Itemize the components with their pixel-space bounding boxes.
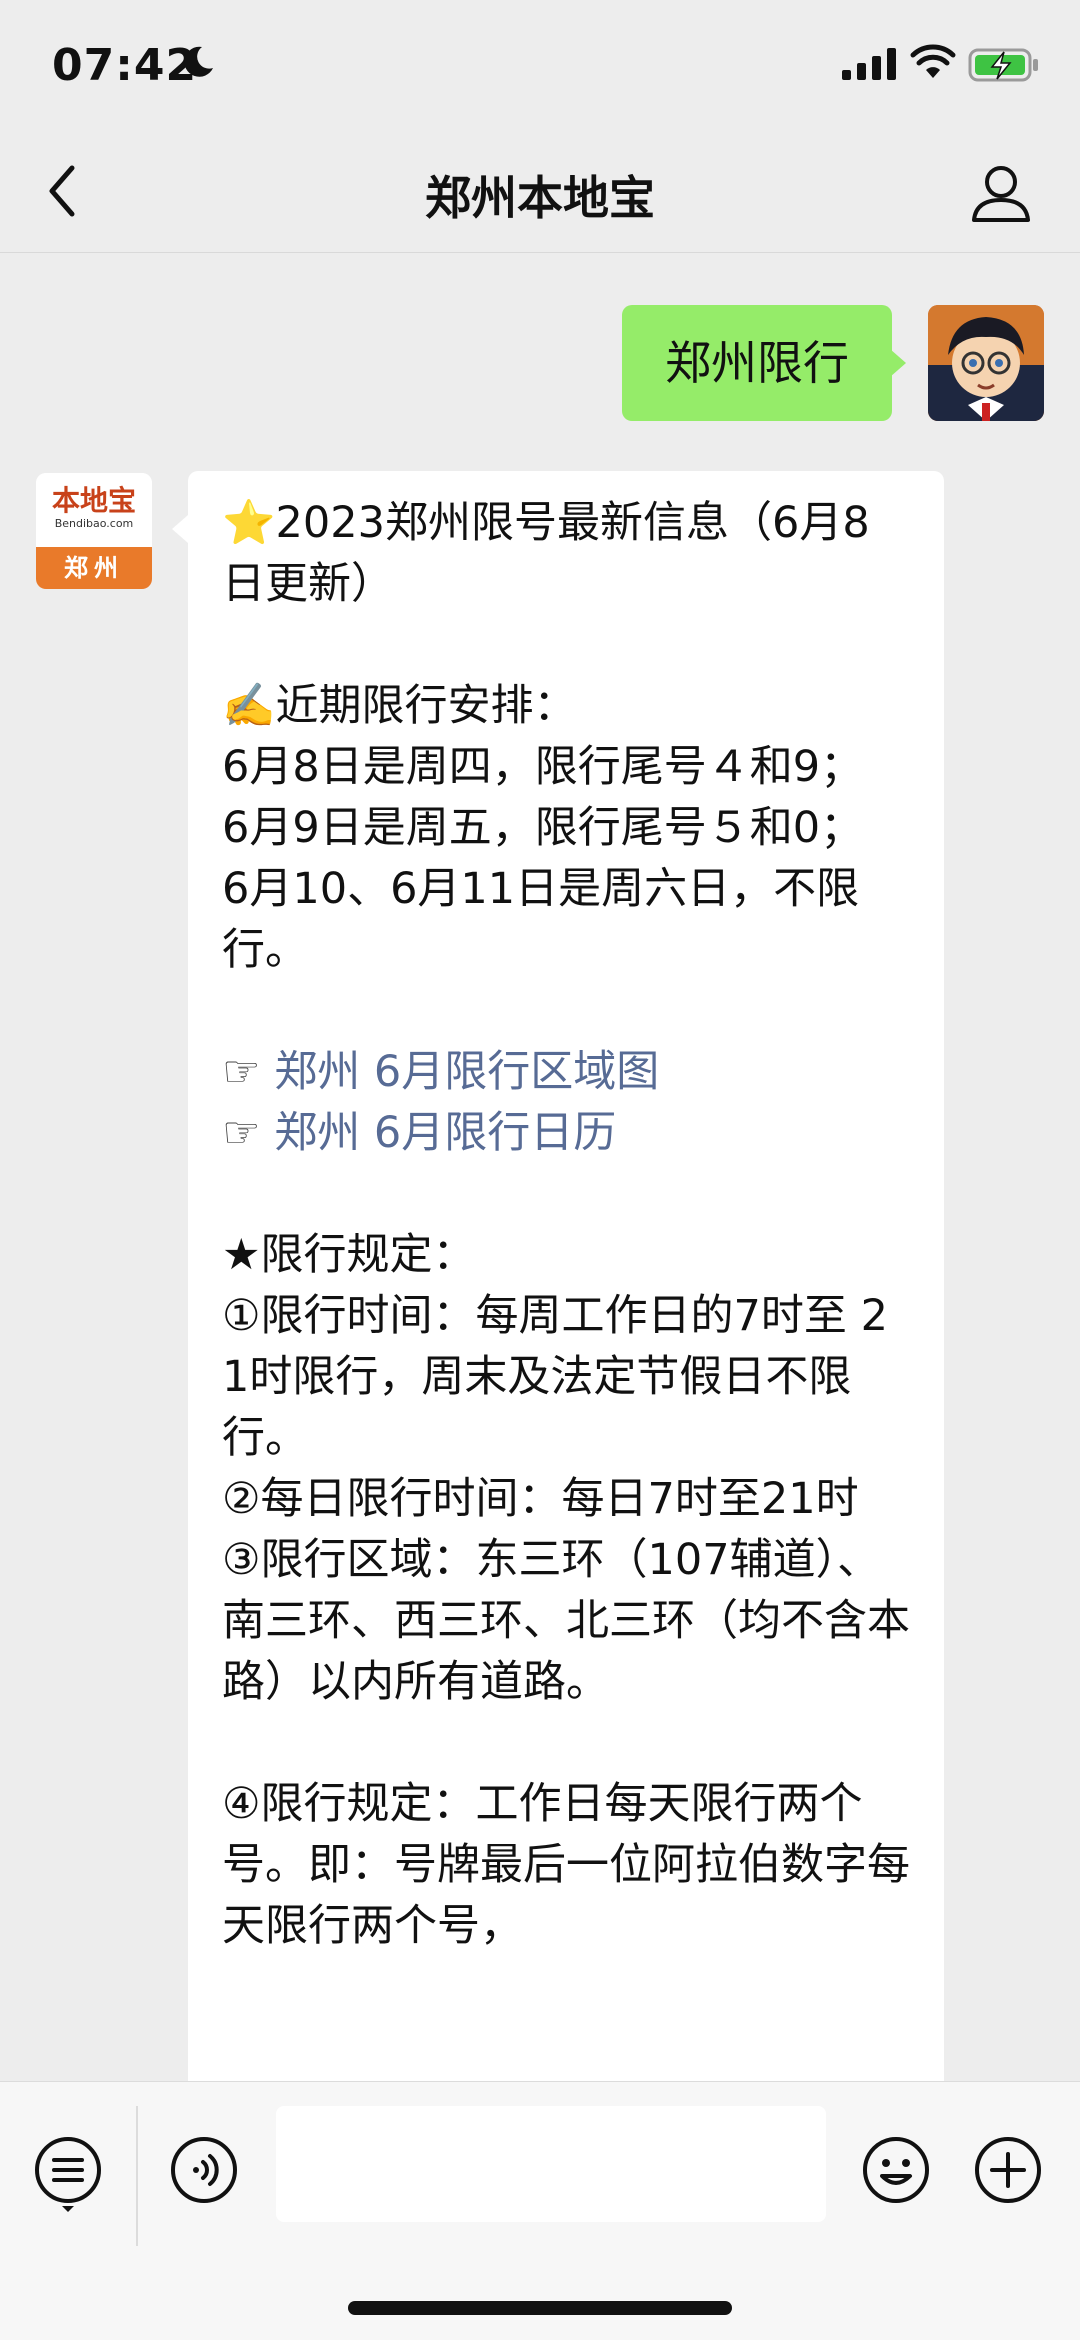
navigation-bar: 郑州本地宝 — [0, 132, 1080, 253]
wifi-icon — [910, 44, 956, 84]
sent-message-bubble[interactable]: 郑州限行 — [622, 305, 892, 421]
message-line: ③限行区域：东三环（107辅道）、南三环、西三环、北三环（均不含本路）以内所有道… — [222, 1535, 910, 1707]
bubble-tail — [172, 515, 188, 543]
link-region-map[interactable]: 郑州 6月限行区域图 — [274, 1047, 659, 1097]
person-icon[interactable] — [966, 158, 1036, 228]
bubble-tail — [890, 349, 906, 377]
voice-icon[interactable] — [168, 2134, 240, 2206]
menu-list-icon[interactable] — [32, 2134, 104, 2212]
pointing-hand-icon: ☞ — [222, 1047, 275, 1097]
pointing-hand-icon: ☞ — [222, 1108, 275, 1158]
message-line: ②每日限行时间：每日7时至21时 — [222, 1474, 859, 1524]
message-line: 6月8日是周四，限行尾号４和9； — [222, 742, 864, 792]
message-line: ✍️近期限行安排： — [222, 681, 577, 731]
received-message-bubble[interactable]: ⭐2023郑州限号最新信息（6月8日更新） ✍️近期限行安排： 6月8日是周四，… — [188, 471, 944, 2081]
status-bar: 07:42 — [0, 0, 1080, 132]
message-input[interactable] — [276, 2106, 826, 2222]
moon-icon — [180, 44, 216, 84]
link-item-region-map[interactable]: ☞ 郑州 6月限行区域图 — [222, 1042, 910, 1103]
logo-city: 郑州 — [36, 547, 152, 589]
status-time: 07:42 — [52, 40, 198, 91]
emoji-icon[interactable] — [860, 2134, 932, 2206]
avatar[interactable] — [928, 305, 1044, 421]
logo-url: Bendibao.com — [54, 517, 134, 530]
avatar[interactable]: 本地宝 Bendibao.com 郑州 — [36, 473, 152, 589]
chat-area[interactable]: 郑州限行 本地宝 Bendibao.com 郑州 ⭐2023郑州限号最新信息（6… — [0, 253, 1080, 2081]
message-line: ①限行时间：每周工作日的7时至 21时限行，周末及法定节假日不限行。 — [222, 1291, 888, 1463]
input-bar — [0, 2081, 1080, 2340]
signal-icon — [842, 48, 898, 84]
divider — [136, 2106, 138, 2246]
logo-text: 本地宝 — [51, 484, 136, 517]
page-title: 郑州本地宝 — [425, 171, 655, 225]
message-line: 6月9日是周五，限行尾号５和0； — [222, 803, 864, 853]
message-line: ⭐2023郑州限号最新信息（6月8日更新） — [222, 498, 870, 609]
message-line: 6月10、6月11日是周六日，不限行。 — [222, 864, 860, 975]
home-indicator[interactable] — [348, 2301, 732, 2315]
plus-icon[interactable] — [972, 2134, 1044, 2206]
link-calendar[interactable]: 郑州 6月限行日历 — [274, 1108, 616, 1158]
battery-charging-icon — [968, 48, 1040, 86]
brand-logo: 本地宝 Bendibao.com — [36, 473, 152, 547]
link-item-calendar[interactable]: ☞ 郑州 6月限行日历 — [222, 1103, 910, 1164]
message-line: ★限行规定： — [222, 1230, 476, 1280]
message-line: ④限行规定：工作日每天限行两个号。即：号牌最后一位阿拉伯数字每天限行两个号， — [222, 1779, 910, 1951]
